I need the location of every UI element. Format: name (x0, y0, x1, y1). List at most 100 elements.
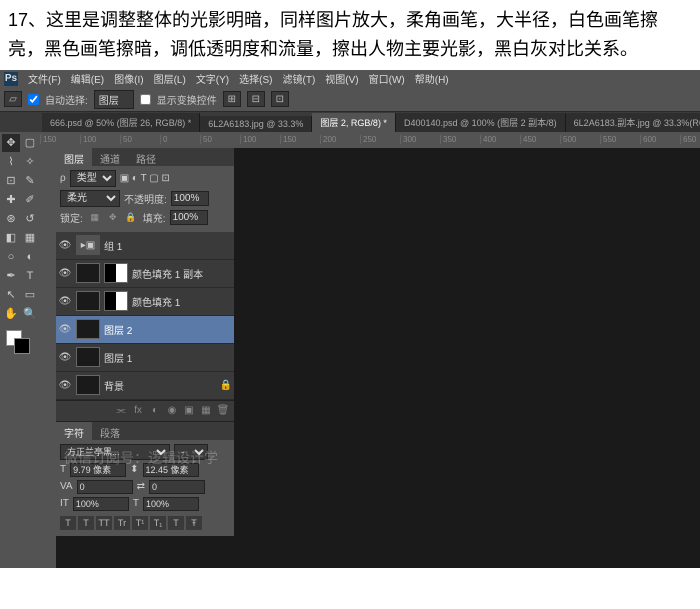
lasso-tool[interactable]: ⌇ (2, 153, 20, 171)
layer-row[interactable]: 👁颜色填充 1 (56, 288, 234, 316)
auto-select-dropdown[interactable]: 图层 (94, 90, 134, 109)
wand-tool[interactable]: ✧ (21, 153, 39, 171)
history-brush-tool[interactable]: ↺ (21, 210, 39, 228)
crop-tool[interactable]: ⊡ (2, 172, 20, 190)
tab-2[interactable]: 图层 2, RGB/8) * (312, 113, 396, 132)
zoom-tool[interactable]: 🔍 (21, 305, 39, 323)
background-swatch[interactable] (14, 338, 30, 354)
tab-paragraph[interactable]: 段落 (92, 422, 128, 440)
menu-select[interactable]: 选择(S) (235, 69, 276, 88)
lock-pixels-icon[interactable]: ▦ (87, 210, 103, 224)
layer-row[interactable]: 👁图层 1 (56, 344, 234, 372)
path-tool[interactable]: ↖ (2, 286, 20, 304)
canvas[interactable]: 微信订阅号：逻辑设计学 图层 通道 路径 ρ 类型 ▣ ◐ T ▢ ⊡ (56, 148, 700, 568)
layer-name: 颜色填充 1 副本 (132, 266, 203, 281)
marquee-tool[interactable]: ▢ (21, 134, 39, 152)
dodge-tool[interactable]: ◐ (21, 248, 39, 266)
tab-0[interactable]: 666.psd @ 50% (图层 26, RGB/8) * (42, 113, 200, 132)
blur-tool[interactable]: ○ (2, 248, 20, 266)
tracking-input[interactable] (149, 480, 205, 494)
tab-paths[interactable]: 路径 (128, 148, 164, 166)
ruler-tick: 400 (480, 135, 520, 144)
kind-label: ρ (60, 173, 66, 184)
visibility-icon[interactable]: 👁 (58, 268, 72, 279)
adj-layer-icon[interactable]: ◉ (165, 404, 179, 418)
heal-tool[interactable]: ✚ (2, 191, 20, 209)
layer-row[interactable]: 👁图层 2 (56, 316, 234, 344)
group-icon[interactable]: ▣ (182, 404, 196, 418)
underline-btn[interactable]: T (168, 516, 184, 530)
lock-all-icon[interactable]: 🔒 (123, 210, 139, 224)
brush-tool[interactable]: ✐ (21, 191, 39, 209)
kind-select[interactable]: 类型 (70, 170, 116, 187)
auto-select-checkbox[interactable] (28, 94, 39, 105)
visibility-icon[interactable]: 👁 (58, 352, 72, 363)
layer-row[interactable]: 👁背景🔒 (56, 372, 234, 400)
layer-row[interactable]: 👁▸▣组 1 (56, 232, 234, 260)
eyedropper-tool[interactable]: ✎ (21, 172, 39, 190)
smallcaps-btn[interactable]: Tr (114, 516, 130, 530)
eraser-tool[interactable]: ◧ (2, 229, 20, 247)
pen-tool[interactable]: ✒ (2, 267, 20, 285)
lock-position-icon[interactable]: ✥ (105, 210, 121, 224)
layer-name: 背景 (104, 378, 124, 393)
opacity-input[interactable] (171, 191, 209, 206)
tab-channels[interactable]: 通道 (92, 148, 128, 166)
visibility-icon[interactable]: 👁 (58, 240, 72, 251)
ruler-tick: 100 (80, 135, 120, 144)
caps-btn[interactable]: TT (96, 516, 112, 530)
layers-footer: ⫘ fx ◐ ◉ ▣ ▦ 🗑 (56, 400, 234, 421)
layer-row[interactable]: 👁 颜色填充 1 副本 (56, 260, 234, 288)
fill-input[interactable] (170, 210, 208, 225)
layer-mask-icon[interactable]: ◐ (148, 404, 162, 418)
menu-edit[interactable]: 编辑(E) (67, 69, 108, 88)
menu-type[interactable]: 文字(Y) (192, 69, 233, 88)
sub-btn[interactable]: T₁ (150, 516, 166, 530)
layer-fx-icon[interactable]: fx (131, 404, 145, 418)
color-swatches[interactable] (2, 328, 39, 356)
menu-file[interactable]: 文件(F) (24, 69, 65, 88)
tab-1[interactable]: 6L2A6183.jpg @ 33.3% (200, 116, 312, 132)
align-btn-3[interactable]: ⊡ (271, 91, 289, 107)
gradient-tool[interactable]: ▦ (21, 229, 39, 247)
tool-palette: ✥ ▢ ⌇ ✧ ⊡ ✎ ✚ ✐ ⊛ ↺ ◧ ▦ ○ ◐ ✒ T ↖ ▭ ✋ 🔍 (0, 132, 40, 568)
blend-mode-select[interactable]: 柔光 (60, 190, 120, 207)
layers-list: 👁▸▣组 1👁颜色填充 1 副本👁颜色填充 1👁图层 2👁图层 1👁背景🔒 (56, 232, 234, 400)
menu-window[interactable]: 窗口(W) (365, 69, 409, 88)
visibility-icon[interactable]: 👁 (58, 324, 72, 335)
strike-btn[interactable]: Ŧ (186, 516, 202, 530)
align-btn-2[interactable]: ⊟ (247, 91, 265, 107)
menu-image[interactable]: 图像(I) (110, 69, 147, 88)
tab-3[interactable]: D400140.psd @ 100% (图层 2 副本/8) (396, 113, 566, 132)
trash-icon[interactable]: 🗑 (216, 404, 230, 418)
tab-layers[interactable]: 图层 (56, 148, 92, 166)
kerning-input[interactable] (77, 480, 133, 494)
hand-tool[interactable]: ✋ (2, 305, 20, 323)
bold-btn[interactable]: T (60, 516, 76, 530)
menu-view[interactable]: 视图(V) (321, 69, 362, 88)
ruler-tick: 0 (160, 135, 200, 144)
tab-4[interactable]: 6L2A6183.副本.jpg @ 33.3%(RGB/8*) (566, 113, 700, 132)
visibility-icon[interactable]: 👁 (58, 380, 72, 391)
tab-character[interactable]: 字符 (56, 422, 92, 440)
align-btn-1[interactable]: ⊞ (223, 91, 241, 107)
italic-btn[interactable]: T (78, 516, 94, 530)
menu-help[interactable]: 帮助(H) (411, 69, 453, 88)
menu-filter[interactable]: 滤镜(T) (279, 69, 320, 88)
watermark-text: 微信订阅号：逻辑设计学 (64, 448, 218, 468)
vscale-input[interactable] (73, 497, 129, 511)
menu-bar: Ps 文件(F) 编辑(E) 图像(I) 图层(L) 文字(Y) 选择(S) 滤… (0, 70, 700, 88)
floating-panels: 图层 通道 路径 ρ 类型 ▣ ◐ T ▢ ⊡ 柔光 (56, 148, 234, 536)
hscale-input[interactable] (143, 497, 199, 511)
new-layer-icon[interactable]: ▦ (199, 404, 213, 418)
shape-tool[interactable]: ▭ (21, 286, 39, 304)
move-tool[interactable]: ✥ (2, 134, 20, 152)
link-layers-icon[interactable]: ⫘ (114, 404, 128, 418)
menu-layer[interactable]: 图层(L) (150, 69, 190, 88)
transform-controls-checkbox[interactable] (140, 94, 151, 105)
type-tool[interactable]: T (21, 267, 39, 285)
ruler-tick: 500 (560, 135, 600, 144)
stamp-tool[interactable]: ⊛ (2, 210, 20, 228)
super-btn[interactable]: T¹ (132, 516, 148, 530)
visibility-icon[interactable]: 👁 (58, 296, 72, 307)
